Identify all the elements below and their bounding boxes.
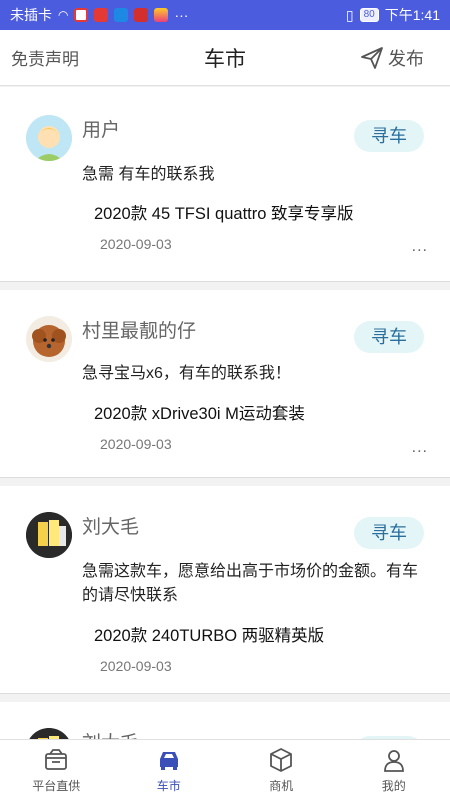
avatar[interactable] [26, 728, 72, 739]
post-feed[interactable]: 用户 寻车 急需 有车的联系我 2020款 45 TFSI quattro 致享… [0, 87, 450, 739]
news-app-icon [134, 8, 149, 22]
post-card[interactable]: 刘大毛 寻车 [0, 702, 450, 739]
tab-car-market[interactable]: 车市 [113, 740, 226, 800]
user-icon [383, 749, 404, 772]
product-avatar-icon [26, 512, 72, 558]
send-icon [361, 46, 383, 69]
carrier-label: 未插卡 [10, 7, 52, 23]
post-card[interactable]: 村里最靓的仔 寻车 急寻宝马x6，有车的联系我！ 2020款 xDrive30i… [0, 290, 450, 478]
post-date: 2020-09-03 [100, 658, 172, 674]
bottom-tab-bar: 平台直供 车市 商机 我的 [0, 739, 450, 800]
dog-avatar-icon [26, 316, 72, 362]
publish-button[interactable]: 发布 [360, 45, 424, 71]
avatar[interactable] [26, 512, 72, 558]
clock-label: 下午1:41 [384, 7, 440, 23]
vibrate-icon: ▯ [345, 6, 354, 23]
post-username[interactable]: 刘大毛 [82, 512, 139, 539]
tab-label: 我的 [381, 778, 406, 793]
disclaimer-link[interactable]: 免责声明 [11, 45, 79, 70]
tab-business-opportunity[interactable]: 商机 [225, 740, 338, 800]
car-icon [159, 751, 178, 770]
tab-label: 平台直供 [32, 778, 81, 793]
post-username[interactable]: 用户 [82, 115, 120, 142]
publish-label: 发布 [388, 48, 424, 69]
car-model: 2020款 xDrive30i M运动套装 [94, 405, 305, 423]
car-model: 2020款 240TURBO 两驱精英版 [94, 627, 325, 645]
car-model: 2020款 45 TFSI quattro 致享专享版 [94, 205, 354, 223]
seek-car-badge: 寻车 [354, 517, 424, 549]
avatar[interactable] [26, 115, 72, 161]
more-notifications-label: ··· [174, 7, 189, 23]
post-card[interactable]: 用户 寻车 急需 有车的联系我 2020款 45 TFSI quattro 致享… [0, 87, 450, 282]
tab-label: 车市 [156, 778, 181, 793]
wifi-icon: ◠ [58, 8, 69, 22]
post-card[interactable]: 刘大毛 寻车 急需这款车，愿意给出高于市场价的金额。有车的请尽快联系 2020款… [0, 486, 450, 694]
product-avatar-icon [29, 728, 69, 739]
box-icon [45, 748, 68, 770]
shop-app-icon [154, 8, 169, 22]
post-message: 急寻宝马x6，有车的联系我！ [82, 365, 291, 382]
tab-platform-supply[interactable]: 平台直供 [0, 740, 113, 800]
post-date: 2020-09-03 [100, 236, 172, 252]
status-bar: 未插卡 ◠ ··· ▯ 80 下午1:41 [0, 0, 450, 30]
cube-icon [270, 747, 293, 772]
post-message: 急需这款车，愿意给出高于市场价的金额。有车的请尽快联系 [82, 563, 419, 604]
post-username[interactable]: 村里最靓的仔 [82, 316, 196, 343]
browser-app-icon [114, 8, 129, 22]
battery-icon: 80 [359, 8, 379, 22]
more-options-button[interactable]: ... [412, 238, 428, 256]
map-app-icon [74, 8, 89, 22]
seek-car-badge: 寻车 [354, 120, 424, 152]
user-avatar-icon [26, 115, 72, 161]
tab-mine[interactable]: 我的 [338, 740, 450, 800]
post-message: 急需 有车的联系我 [82, 166, 215, 183]
post-username[interactable]: 刘大毛 [82, 728, 139, 739]
seek-car-badge: 寻车 [354, 321, 424, 353]
post-date: 2020-09-03 [100, 436, 172, 452]
mail-app-icon [94, 8, 109, 22]
avatar[interactable] [26, 316, 72, 362]
tab-label: 商机 [269, 778, 294, 793]
more-options-button[interactable]: ... [412, 439, 428, 457]
top-navigation-bar: 免责声明 车市 发布 [0, 30, 450, 86]
